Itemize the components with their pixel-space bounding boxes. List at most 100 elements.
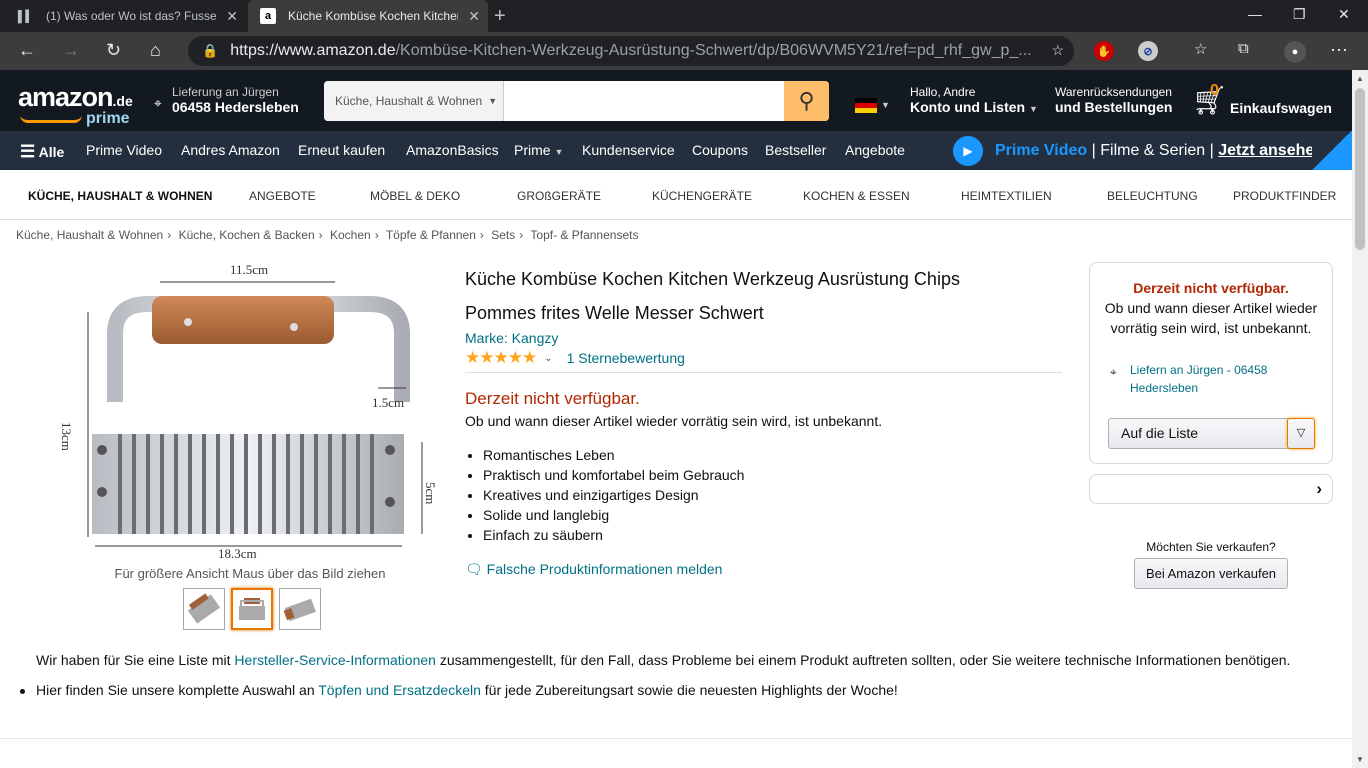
manufacturer-note: Wir haben für Sie eine Liste mit Herstel… <box>36 652 1290 668</box>
rating-count-link[interactable]: 1 Sternebewertung <box>567 350 685 366</box>
subnav-item[interactable]: ANGEBOTE <box>249 189 316 203</box>
close-tab-icon[interactable]: ✕ <box>226 8 238 25</box>
close-window-icon[interactable]: ✕ <box>1338 6 1350 23</box>
image-caption: Für größere Ansicht Maus über das Bild z… <box>114 566 386 581</box>
location-pin-icon: ⌖ <box>1110 365 1117 379</box>
close-tab-icon[interactable]: ✕ <box>468 8 480 25</box>
subnav-item[interactable]: KÜCHENGERÄTE <box>652 189 752 203</box>
search-button[interactable]: ⚲ <box>784 81 829 121</box>
breadcrumb-item[interactable]: Küche, Haushalt & Wohnen <box>16 228 163 242</box>
subnav-item[interactable]: PRODUKTFINDER <box>1233 189 1336 203</box>
banner-cta[interactable]: Jetzt ansehen <box>1218 142 1324 160</box>
prime-video-banner[interactable]: ▶ Prime Video | Filme & Serien | Jetzt a… <box>953 136 1324 166</box>
product-title-line1: Küche Kombüse Kochen Kitchen Werkzeug Au… <box>465 269 960 289</box>
list-dropdown-button[interactable]: ▽ <box>1287 418 1315 449</box>
page-scrollbar[interactable]: ▲ ▼ <box>1352 70 1368 768</box>
dim-blade-height: 5cm <box>423 482 438 504</box>
buybox-deliver-link[interactable]: ⌖ Liefern an Jürgen - 06458 Hedersleben <box>1110 361 1320 397</box>
breadcrumb-item[interactable]: Kochen <box>330 228 371 242</box>
thumbnail[interactable] <box>279 588 321 630</box>
lock-icon: 🔒 <box>202 43 219 58</box>
list-item: Einfach zu säubern <box>483 525 1065 545</box>
delivery-location[interactable]: ⌖ Lieferung an Jürgen 06458 Hedersleben <box>154 85 299 115</box>
breadcrumb-item[interactable]: Küche, Kochen & Backen <box>179 228 315 242</box>
play-icon: ▶ <box>953 136 983 166</box>
product-image[interactable]: 11.5cm 13cm 1.5cm 5cm 18.3cm <box>59 252 440 562</box>
profile-avatar[interactable]: ● <box>1284 41 1306 63</box>
blocker-icon[interactable]: ⊘ <box>1138 41 1158 61</box>
caret-down-icon: ▼ <box>488 96 498 106</box>
subnav-item[interactable]: KÜCHE, HAUSHALT & WOHNEN <box>28 189 212 203</box>
favorite-star-icon[interactable]: ☆ <box>1051 42 1064 59</box>
home-icon[interactable]: ⌂ <box>150 40 161 61</box>
product-title: Küche Kombüse Kochen Kitchen Werkzeug Au… <box>465 262 1065 330</box>
report-label: Falsche Produktinformationen melden <box>486 561 723 577</box>
cart-button[interactable]: 🛒︎ 0 Einkaufswagen <box>1192 82 1342 120</box>
feature-bullets: Romantisches Leben Praktisch und komfort… <box>483 445 1065 545</box>
buybox-note: Ob und wann dieser Artikel wieder vorrät… <box>1104 300 1318 336</box>
back-icon[interactable]: ← <box>18 40 36 61</box>
thumbnail-selected[interactable] <box>231 588 273 630</box>
scroll-up-icon[interactable]: ▲ <box>1356 74 1364 83</box>
new-tab-icon[interactable]: + <box>494 5 506 28</box>
search-category-label: Küche, Haushalt & Wohnen <box>335 94 483 108</box>
nav-item[interactable]: Coupons <box>692 142 748 158</box>
nav-item[interactable]: AmazonBasics <box>406 142 499 158</box>
manufacturer-service-link[interactable]: Hersteller-Service-Informationen <box>234 652 436 668</box>
german-flag-icon[interactable] <box>855 98 877 113</box>
nav-item[interactable]: Andres Amazon <box>181 142 280 158</box>
nav-item[interactable]: Prime Video <box>86 142 162 158</box>
address-bar[interactable]: 🔒 https://www.amazon.de /Kombüse-Kitchen… <box>188 36 1074 66</box>
forward-icon[interactable]: → <box>62 40 80 61</box>
pots-lids-link[interactable]: Töpfen und Ersatzdeckeln <box>318 682 481 698</box>
subnav-item[interactable]: BELEUCHTUNG <box>1107 189 1198 203</box>
nav-item[interactable]: Bestseller <box>765 142 826 158</box>
favorites-icon[interactable]: ☆ <box>1194 40 1207 58</box>
add-to-list-button[interactable]: Auf die Liste ▽ <box>1108 418 1315 449</box>
amazon-logo[interactable]: amazon.de prime <box>18 82 133 127</box>
returns-orders[interactable]: Warenrücksendungen und Bestellungen <box>1055 85 1172 115</box>
nav-item-prime[interactable]: Prime ▼ <box>514 142 563 158</box>
caret-down-icon: ▼ <box>881 100 890 110</box>
report-link[interactable]: 🗨︎ Falsche Produktinformationen melden <box>465 561 1065 578</box>
scrollbar-thumb[interactable] <box>1355 88 1365 250</box>
tab-fusselfisch[interactable]: ▌▍ (1) Was oder Wo ist das? Fusselfi ✕ <box>6 0 246 32</box>
tab-amazon[interactable]: a Küche Kombüse Kochen Kitchen ✕ <box>248 0 488 32</box>
nav-all[interactable]: ☰ Alle <box>20 142 64 162</box>
expand-panel[interactable]: › <box>1089 474 1333 504</box>
nav-item[interactable]: Erneut kaufen <box>298 142 385 158</box>
brand-link[interactable]: Marke: Kangzy <box>465 330 1065 346</box>
breadcrumb-item[interactable]: Sets <box>491 228 515 242</box>
nav-item[interactable]: Angebote <box>845 142 905 158</box>
breadcrumb-sep: › <box>167 228 172 242</box>
breadcrumb-item[interactable]: Topf- & Pfannensets <box>530 228 638 242</box>
note-text: Wir haben für Sie eine Liste mit <box>36 652 235 668</box>
rating: ★★★★★ ⌄ 1 Sternebewertung <box>465 348 1065 368</box>
buybox-status: Derzeit nicht verfügbar. <box>1133 280 1289 296</box>
smile-icon <box>20 115 82 123</box>
breadcrumb-sep: › <box>318 228 323 242</box>
sell-question: Möchten Sie verkaufen? <box>1146 540 1276 554</box>
account-menu[interactable]: Hallo, Andre Konto und Listen ▼ <box>910 85 1038 115</box>
maximize-icon[interactable]: ❐ <box>1293 6 1306 23</box>
chevron-down-icon[interactable]: ⌄ <box>544 353 552 364</box>
search-category-select[interactable]: Küche, Haushalt & Wohnen ▼ <box>324 81 504 121</box>
subnav-item[interactable]: KOCHEN & ESSEN <box>803 189 910 203</box>
dim-height: 13cm <box>60 422 74 451</box>
nav-item[interactable]: Kundenservice <box>582 142 675 158</box>
amazon-icon: a <box>260 8 276 24</box>
star-rating-icon[interactable]: ★★★★★ <box>465 348 537 368</box>
reload-icon[interactable]: ↻ <box>106 40 121 61</box>
search-icon: ⚲ <box>798 88 815 113</box>
collections-icon[interactable]: ⧉ <box>1238 40 1249 57</box>
adblock-icon[interactable]: ✋ <box>1094 41 1114 61</box>
thumbnail[interactable] <box>183 588 225 630</box>
scroll-down-icon[interactable]: ▼ <box>1356 755 1364 764</box>
subnav-item[interactable]: GROßGERÄTE <box>517 189 601 203</box>
minimize-icon[interactable]: — <box>1248 6 1262 22</box>
subnav-item[interactable]: HEIMTEXTILIEN <box>961 189 1052 203</box>
breadcrumb-item[interactable]: Töpfe & Pfannen <box>386 228 476 242</box>
sell-on-amazon-button[interactable]: Bei Amazon verkaufen <box>1134 558 1288 589</box>
more-menu-icon[interactable]: ⋯ <box>1330 40 1348 61</box>
subnav-item[interactable]: MÖBEL & DEKO <box>370 189 460 203</box>
